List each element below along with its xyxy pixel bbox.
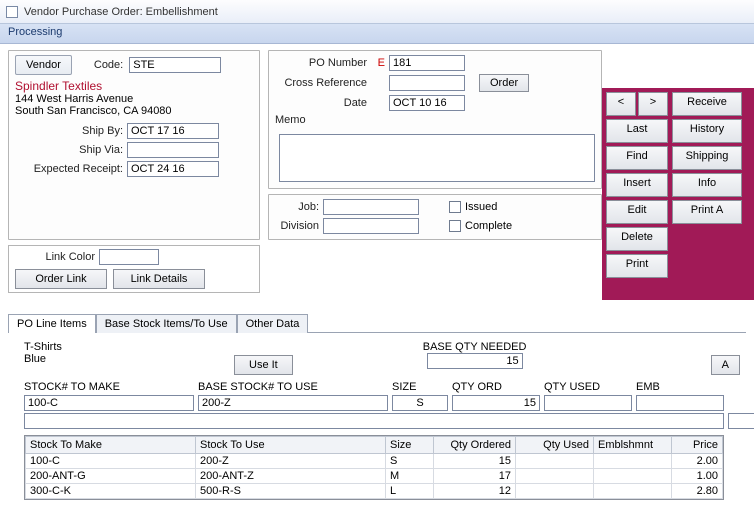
titlebar: Vendor Purchase Order: Embellishment	[0, 0, 754, 24]
division-input[interactable]	[323, 218, 419, 234]
baseqty-label: BASE QTY NEEDED	[423, 341, 527, 353]
col-size[interactable]: Size	[386, 437, 434, 454]
qtyused-input[interactable]	[544, 395, 632, 411]
vendor-addr1: 144 West Harris Avenue	[15, 93, 253, 105]
a-button[interactable]: A	[711, 355, 740, 375]
line-items-table: Stock To Make Stock To Use Size Qty Orde…	[25, 436, 723, 499]
size-input[interactable]	[392, 395, 448, 411]
find-button[interactable]: Find	[606, 146, 668, 170]
shipby-input[interactable]	[127, 123, 219, 139]
job-label: Job:	[275, 201, 319, 213]
vendor-tab[interactable]: Vendor	[15, 55, 72, 75]
linkcolor-input[interactable]	[99, 249, 159, 265]
code-label: Code:	[94, 59, 123, 71]
h-qtyused: QTY USED	[544, 381, 632, 393]
emb-input[interactable]	[636, 395, 724, 411]
col-emb[interactable]: Emblshmnt	[594, 437, 672, 454]
h-stockuse: BASE STOCK# TO USE	[198, 381, 388, 393]
po-panel: PO Number E Cross Reference Order Date M…	[268, 50, 602, 189]
po-number-input[interactable]	[389, 55, 465, 71]
date-input[interactable]	[389, 95, 465, 111]
job-input[interactable]	[323, 199, 419, 215]
linkcolor-label: Link Color	[15, 251, 95, 263]
vendor-name: Spindler Textiles	[15, 79, 253, 93]
next-button[interactable]: >	[638, 92, 668, 116]
printa-button[interactable]: Print A	[672, 200, 742, 224]
h-stockmake: STOCK# TO MAKE	[24, 381, 194, 393]
po-number-label: PO Number	[275, 57, 367, 69]
last-button[interactable]: Last	[606, 119, 668, 143]
tab-po-line-items[interactable]: PO Line Items	[8, 314, 96, 333]
h-price: PRICE	[728, 381, 754, 393]
h-qtyord: QTY ORD	[452, 381, 540, 393]
table-row[interactable]: 100-C200-ZS152.00	[26, 454, 723, 469]
col-qtyused[interactable]: Qty Used	[516, 437, 594, 454]
order-button[interactable]: Order	[479, 74, 529, 92]
h-emb: EMB	[636, 381, 724, 393]
memo-label: Memo	[275, 114, 313, 126]
crossref-input[interactable]	[389, 75, 465, 91]
receive-button[interactable]: Receive	[672, 92, 742, 116]
expected-input[interactable]	[127, 161, 219, 177]
po-number-prefix: E	[371, 57, 385, 69]
action-panel: < > Receive Last History Find Shipping I…	[602, 88, 754, 300]
menubar-processing[interactable]: Processing	[0, 24, 754, 44]
history-button[interactable]: History	[672, 119, 742, 143]
tab-other-data[interactable]: Other Data	[237, 314, 309, 333]
vendor-panel: Vendor Code: Spindler Textiles 144 West …	[8, 50, 260, 240]
window-title: Vendor Purchase Order: Embellishment	[24, 6, 218, 18]
h-size: SIZE	[392, 381, 448, 393]
expected-label: Expected Receipt:	[15, 163, 123, 175]
shipping-button[interactable]: Shipping	[672, 146, 742, 170]
link-panel: Link Color Order Link Link Details	[8, 245, 260, 293]
print-button[interactable]: Print	[606, 254, 668, 278]
stockuse-input[interactable]	[198, 395, 388, 411]
col-qtyord[interactable]: Qty Ordered	[434, 437, 516, 454]
order-link-button[interactable]: Order Link	[15, 269, 107, 289]
division-label: Division	[275, 220, 319, 232]
line-desc2: Blue	[24, 353, 234, 365]
stockmake-input[interactable]	[24, 395, 194, 411]
delete-button[interactable]: Delete	[606, 227, 668, 251]
col-stockmake[interactable]: Stock To Make	[26, 437, 196, 454]
long-input[interactable]	[24, 413, 724, 429]
code-input[interactable]	[129, 57, 221, 73]
vendor-addr2: South San Francisco, CA 94080	[15, 105, 253, 117]
issued-checkbox[interactable]: Issued	[449, 201, 497, 213]
edit-button[interactable]: Edit	[606, 200, 668, 224]
insert-button[interactable]: Insert	[606, 173, 668, 197]
qtyord-input[interactable]	[452, 395, 540, 411]
date-label: Date	[275, 97, 367, 109]
line-desc1: T-Shirts	[24, 341, 234, 353]
job-panel: Job: Issued Division Complete	[268, 194, 602, 240]
table-row[interactable]: 300-C-K500-R-SL122.80	[26, 484, 723, 499]
price-input[interactable]	[728, 413, 754, 429]
memo-textarea[interactable]	[279, 134, 595, 182]
crossref-label: Cross Reference	[275, 77, 367, 89]
use-it-button[interactable]: Use It	[234, 355, 293, 375]
info-button[interactable]: Info	[672, 173, 742, 197]
tabstrip: PO Line Items Base Stock Items/To Use Ot…	[8, 313, 746, 333]
window-icon	[6, 6, 18, 18]
shipvia-label: Ship Via:	[15, 144, 123, 156]
tab-base-stock[interactable]: Base Stock Items/To Use	[96, 314, 237, 333]
col-price[interactable]: Price	[672, 437, 723, 454]
complete-checkbox[interactable]: Complete	[449, 220, 512, 232]
prev-button[interactable]: <	[606, 92, 636, 116]
baseqty-input[interactable]	[427, 353, 523, 369]
table-row[interactable]: 200-ANT-G200-ANT-ZM171.00	[26, 469, 723, 484]
link-details-button[interactable]: Link Details	[113, 269, 205, 289]
col-stockuse[interactable]: Stock To Use	[196, 437, 386, 454]
shipby-label: Ship By:	[15, 125, 123, 137]
shipvia-input[interactable]	[127, 142, 219, 158]
